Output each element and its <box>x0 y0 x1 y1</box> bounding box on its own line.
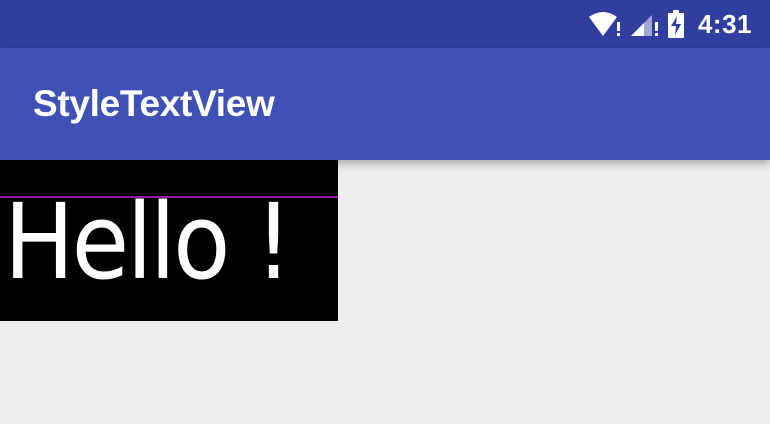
cell-signal-alert-icon <box>630 8 660 40</box>
content-area: Hello ! <box>0 160 770 424</box>
style-text-view: Hello ! <box>0 160 338 321</box>
battery-charging-icon <box>667 8 684 40</box>
hello-text: Hello ! <box>4 181 292 303</box>
wifi-alert-icon <box>588 8 622 40</box>
app-bar: StyleTextView <box>0 48 770 160</box>
status-time: 4:31 <box>697 8 752 39</box>
app-title: StyleTextView <box>33 83 275 124</box>
status-bar: 4:31 <box>0 0 770 48</box>
status-icons: 4:31 <box>588 8 752 40</box>
